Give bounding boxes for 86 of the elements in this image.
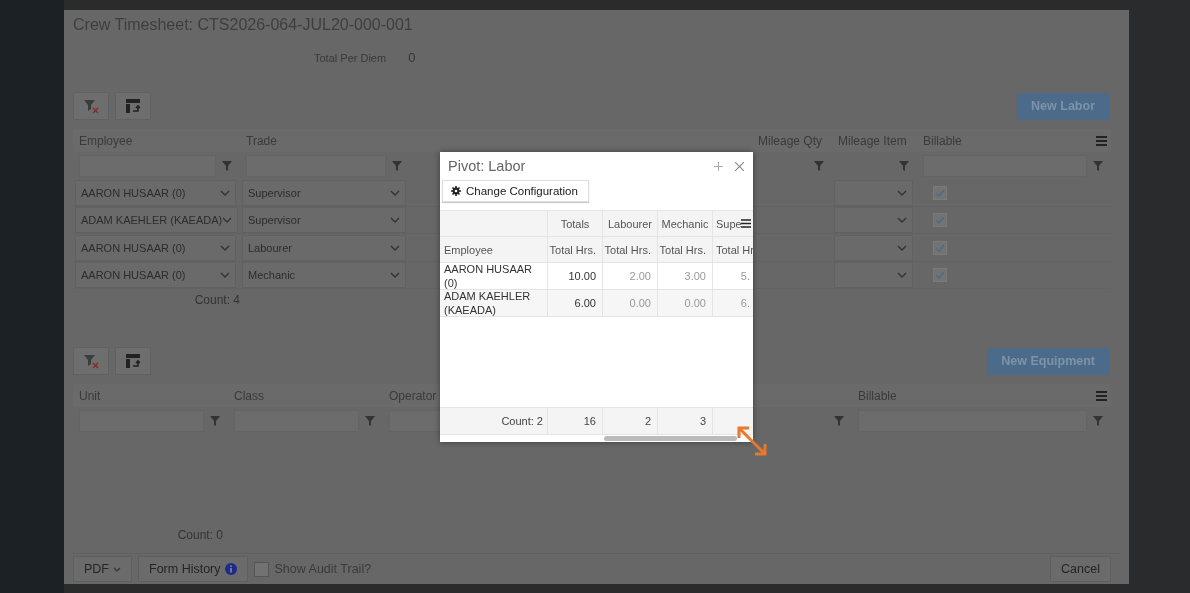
table-cell: 16 [583, 415, 596, 427]
column-header: Total Hrs. [604, 243, 651, 256]
maximize-icon[interactable] [714, 161, 723, 171]
clear-filter-button[interactable] [73, 347, 109, 376]
mileage-item-dropdown[interactable] [834, 207, 913, 234]
column-header: Supe [716, 217, 742, 230]
column-header: Totals [560, 217, 590, 230]
table-cell: 3 [699, 415, 706, 427]
table-cell: Count: 2 [501, 415, 543, 427]
audit-trail-checkbox[interactable] [253, 561, 269, 577]
checkmark-icon [935, 188, 945, 197]
funnel-x-icon [83, 353, 99, 370]
table-cell: 0.00 [684, 297, 706, 309]
pivot-button[interactable] [115, 92, 151, 121]
table-cell: 3.00 [684, 270, 706, 282]
table-cell: 5. [740, 270, 750, 282]
employee-dropdown[interactable]: AARON HUSAAR (0) [75, 179, 236, 206]
table-cell: 0.00 [629, 297, 651, 309]
trade-dropdown[interactable]: Supervisor [242, 179, 406, 206]
gear-icon [451, 186, 461, 196]
filter-icon[interactable] [1093, 416, 1103, 426]
chevron-down-icon [897, 272, 907, 279]
chevron-down-icon [222, 217, 233, 224]
trade-dropdown[interactable]: Supervisor [242, 207, 406, 234]
change-configuration-button[interactable]: Change Configuration [442, 180, 589, 202]
clear-filter-button[interactable] [73, 92, 109, 121]
chevron-down-icon [390, 189, 400, 196]
filter-icon[interactable] [365, 416, 375, 426]
column-header: Mechanic [661, 217, 709, 230]
mileage-item-dropdown[interactable] [834, 262, 913, 289]
pivot-icon [125, 98, 141, 115]
filter-icon[interactable] [222, 161, 232, 171]
filter-icon[interactable] [392, 161, 402, 171]
menu-icon[interactable] [741, 219, 751, 228]
form-history-button[interactable]: Form History [138, 556, 248, 583]
column-header: Employee [444, 243, 493, 256]
table-cell-text: AARON HUSAAR (0) [444, 263, 534, 289]
chevron-down-icon [220, 272, 230, 279]
pivot-icon [125, 353, 141, 370]
filter-icon[interactable] [210, 416, 220, 426]
column-header: Total Hrs. [549, 243, 596, 256]
trade-dropdown[interactable]: Mechanic [242, 262, 406, 289]
checkmark-icon [935, 243, 945, 252]
table-cell: 6. [740, 297, 750, 309]
popup-title: Pivot: Labor [448, 158, 526, 174]
employee-dropdown[interactable]: ADAM KAEHLER (KAEADA) [75, 207, 239, 234]
close-icon[interactable] [735, 161, 744, 171]
table-cell-text: ADAM KAEHLER (KAEADA) [444, 290, 532, 316]
column-header: Labourer [608, 217, 653, 230]
chevron-down-icon [897, 244, 907, 251]
cancel-button[interactable]: Cancel [1050, 556, 1111, 583]
trade-dropdown[interactable]: Labourer [242, 234, 406, 261]
chevron-down-icon [390, 272, 400, 279]
column-header: Total Hrs. [659, 243, 706, 256]
chevron-down-icon [390, 217, 400, 224]
billable-checkbox[interactable] [933, 185, 947, 200]
info-icon [224, 563, 237, 576]
table-cell: 2 [644, 415, 651, 427]
resize-arrow-icon [736, 425, 768, 457]
billable-checkbox[interactable] [933, 268, 947, 283]
billable-checkbox[interactable] [933, 240, 947, 255]
pivot-button[interactable] [115, 347, 151, 376]
table-cell: 6.00 [574, 297, 596, 309]
scrollbar-thumb[interactable] [604, 436, 737, 441]
checkmark-icon [935, 216, 945, 225]
chevron-down-icon [897, 189, 907, 196]
mileage-item-dropdown[interactable] [834, 234, 913, 261]
billable-checkbox[interactable] [933, 213, 947, 228]
checkmark-icon [935, 271, 945, 280]
employee-dropdown[interactable]: AARON HUSAAR (0) [75, 234, 236, 261]
chevron-down-icon [390, 244, 400, 251]
column-header: Total Hr [716, 243, 753, 256]
table-cell: 2.00 [629, 270, 651, 282]
chevron-down-icon [897, 217, 907, 224]
filter-icon[interactable] [834, 416, 844, 426]
employee-dropdown[interactable]: AARON HUSAAR (0) [75, 262, 236, 289]
chevron-down-icon [220, 244, 230, 251]
chevron-down-icon [113, 566, 121, 572]
filter-icon[interactable] [899, 161, 909, 171]
table-cell: 10.00 [568, 270, 596, 282]
filter-icon[interactable] [1093, 161, 1103, 171]
filter-icon[interactable] [814, 161, 824, 171]
pdf-dropdown-button[interactable]: PDF [73, 556, 132, 583]
funnel-x-icon [83, 98, 99, 115]
mileage-item-dropdown[interactable] [834, 179, 913, 206]
chevron-down-icon [220, 189, 230, 196]
